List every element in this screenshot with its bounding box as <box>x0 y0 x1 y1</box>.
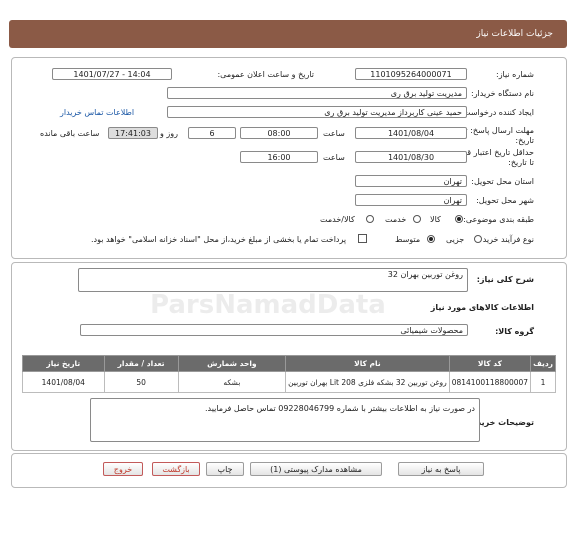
goods-group-label: گروه کالا: <box>495 327 534 336</box>
buyer-org-label: نام دستگاه خریدار: <box>471 89 534 98</box>
view-attachments-button[interactable]: مشاهده مدارک پیوستی (1) <box>250 462 382 476</box>
province-field: تهران <box>355 175 467 187</box>
process-radio-minor[interactable] <box>474 235 482 243</box>
validity-time-label: ساعت <box>323 153 345 162</box>
deadline-time-label: ساعت <box>323 129 345 138</box>
col-unit: واحد شمارش <box>177 355 287 372</box>
days-label: روز و <box>160 129 178 138</box>
quantity: 50 <box>103 371 179 393</box>
page-title: جزئیات اطلاعات نیاز <box>476 29 553 39</box>
page-header: جزئیات اطلاعات نیاز <box>9 20 567 48</box>
col-quantity: تعداد / مقدار <box>103 355 179 372</box>
need-number-field: 1101095264000071 <box>355 68 467 80</box>
process-radio-medium[interactable] <box>427 235 435 243</box>
process-option-medium: متوسط <box>395 235 421 244</box>
category-option-service: خدمت <box>385 215 407 224</box>
col-need-date: تاریخ نیاز <box>22 355 105 372</box>
category-option-goods-service: کالا/خدمت <box>320 215 355 224</box>
print-button[interactable]: چاپ <box>206 462 244 476</box>
city-label: شهر محل تحویل: <box>476 196 534 205</box>
days-field: 6 <box>188 127 236 139</box>
buyer-contact-link[interactable]: اطلاعات تماس خریدار <box>60 108 134 117</box>
announce-label: تاریخ و ساعت اعلان عمومی: <box>217 70 314 79</box>
category-radio-goods-service[interactable] <box>366 215 374 223</box>
goods-table: ردیف کد کالا نام کالا واحد شمارش تعداد /… <box>22 355 556 393</box>
need-date: 1401/08/04 <box>22 371 105 393</box>
col-goods-name: نام کالا <box>285 355 450 372</box>
need-description-field: روغن توربین بهران 32 <box>78 268 468 292</box>
treasury-payment-checkbox[interactable] <box>358 234 367 243</box>
requester-field: حمید عینی کاربرداز مدیریت تولید برق ری <box>167 106 467 118</box>
category-radio-service[interactable] <box>413 215 421 223</box>
goods-group-field: محصولات شیمیائی <box>80 324 468 336</box>
category-option-goods: کالا <box>430 215 441 224</box>
goods-section-title: اطلاعات کالاهای مورد نیاز <box>430 303 534 312</box>
deadline-date-field: 1401/08/04 <box>355 127 467 139</box>
remaining-time-field: 17:41:03 <box>108 127 158 139</box>
treasury-payment-note: پرداخت تمام یا بخشی از مبلغ خرید،از محل … <box>91 235 347 244</box>
remaining-label: ساعت باقی مانده <box>40 129 100 138</box>
validity-time-field: 16:00 <box>240 151 318 163</box>
process-label: نوع فرآیند خرید : <box>477 235 534 244</box>
validity-date-field: 1401/08/30 <box>355 151 467 163</box>
need-number-label: شماره نیاز: <box>496 70 534 79</box>
announce-field: 1401/07/27 - 14:04 <box>52 68 172 80</box>
back-button[interactable]: بازگشت <box>152 462 200 476</box>
respond-button[interactable]: پاسخ به نیاز <box>398 462 484 476</box>
need-description-label: شرح کلی نیاز: <box>476 275 534 284</box>
province-label: استان محل تحویل: <box>471 177 534 186</box>
city-field: تهران <box>355 194 467 206</box>
unit: بشکه <box>177 371 287 393</box>
buyer-notes-field: در صورت نیاز به اطلاعات بیشتر با شماره 0… <box>90 398 480 442</box>
goods-name: روغن توربین 32 بشکه فلزی 208 Lit بهران ت… <box>285 371 450 393</box>
buyer-org-field: مدیریت تولید برق ری <box>167 87 467 99</box>
goods-table-header: ردیف کد کالا نام کالا واحد شمارش تعداد /… <box>22 355 556 372</box>
table-row: 1 0814100118800007 روغن توربین 32 بشکه ف… <box>22 371 556 393</box>
process-option-minor: جزیی <box>446 235 465 244</box>
deadline-time-field: 08:00 <box>240 127 318 139</box>
exit-button[interactable]: خروج <box>103 462 143 476</box>
row-number: 1 <box>530 371 556 393</box>
col-goods-code: کد کالا <box>448 355 532 372</box>
goods-code: 0814100118800007 <box>448 371 532 393</box>
category-label: طبقه بندی موضوعی: <box>463 215 534 224</box>
requester-label: ایجاد کننده درخواست: <box>460 108 534 117</box>
category-radio-goods[interactable] <box>455 215 463 223</box>
col-row-number: ردیف <box>530 355 556 372</box>
